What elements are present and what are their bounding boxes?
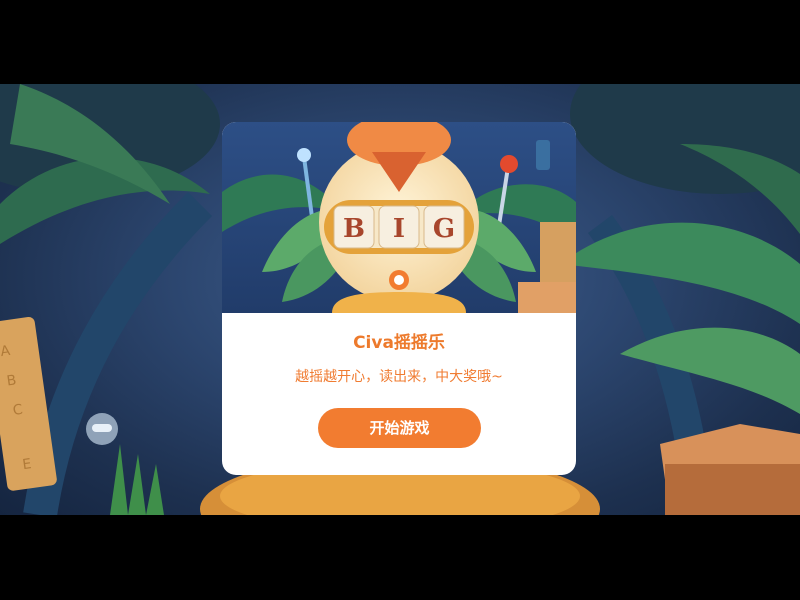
game-title: Civa摇摇乐 <box>353 333 445 353</box>
start-game-button[interactable]: 开始游戏 <box>318 408 481 448</box>
reel-letter: B <box>343 214 365 244</box>
reel-letter: I <box>393 214 405 244</box>
game-subtitle: 越摇越开心，读出来，中大奖哦~ <box>295 369 503 385</box>
stone-block <box>518 282 576 313</box>
grass-tuft <box>110 444 164 515</box>
signal-box <box>536 140 550 170</box>
reel-letter: G <box>433 214 455 244</box>
wooden-block-side <box>665 464 800 515</box>
slot-machine-illustration: B I G <box>222 122 576 313</box>
red-lever-knob <box>500 155 518 173</box>
slot-machine-banner: B I G <box>222 122 576 313</box>
civa-logo-center <box>394 275 404 285</box>
game-intro-card: B I G Civa摇摇乐 越摇越开心，读出来，中大奖哦~ 开始游戏 <box>222 122 576 475</box>
blue-lever-knob <box>297 148 311 162</box>
robot-eyes <box>92 424 112 432</box>
